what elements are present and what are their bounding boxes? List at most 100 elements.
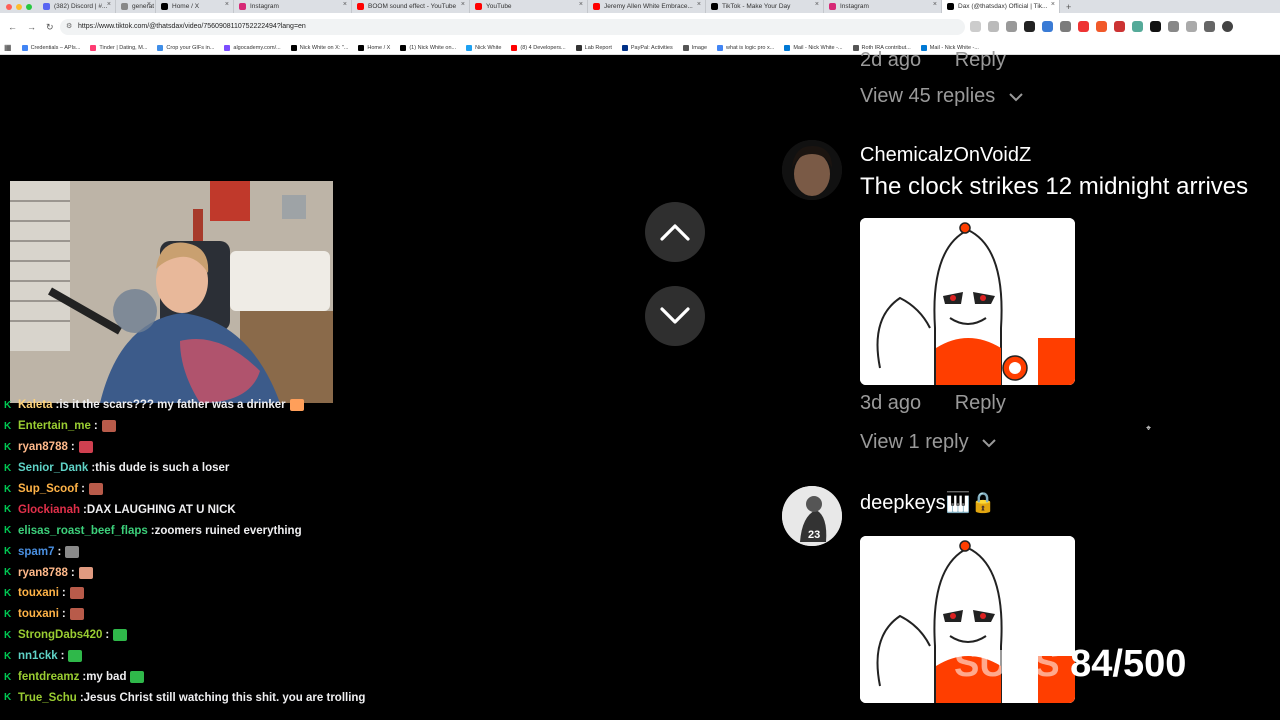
bookmark-item[interactable]: Image [682, 44, 707, 51]
bookmark-favicon-icon [224, 44, 231, 51]
chat-username[interactable]: elisas_roast_beef_flaps [18, 525, 148, 537]
close-tab-icon[interactable]: × [1051, 1, 1055, 8]
menu-icon[interactable] [1204, 21, 1215, 32]
close-tab-icon[interactable]: × [343, 1, 347, 8]
bookmark-label: (8) 4 Developers... [520, 44, 566, 51]
back-icon[interactable]: ← [8, 22, 17, 33]
chat-username[interactable]: Glockianah [18, 504, 80, 516]
zoom-window-button[interactable] [26, 3, 32, 10]
chat-message: K Entertain_me: [4, 416, 704, 437]
extension-icon[interactable] [1114, 21, 1125, 32]
extension-icon[interactable] [1096, 21, 1107, 32]
chat-username[interactable]: ryan8788 [18, 441, 68, 453]
extension-icon[interactable] [1150, 21, 1161, 32]
new-tab-button[interactable]: + [1060, 2, 1077, 12]
address-bar[interactable]: ⚙ https://www.tiktok.com/@thatsdax/video… [60, 19, 965, 35]
reload-icon[interactable]: ↻ [46, 22, 54, 33]
bookmark-item[interactable]: Mail - Nick White -... [784, 44, 843, 51]
bookmark-item[interactable]: what is logic pro x... [717, 44, 774, 51]
view-replies-button[interactable]: View 45 replies [860, 85, 1023, 108]
browser-tab[interactable]: (382) Discord | #... × [38, 0, 116, 13]
bookmark-item[interactable]: Lab Report [575, 44, 612, 51]
close-tab-icon[interactable]: × [107, 1, 111, 8]
browser-tab[interactable]: TikTok - Make Your Day × [706, 0, 824, 13]
close-tab-icon[interactable]: × [461, 1, 465, 8]
chat-username[interactable]: True_Schu [18, 692, 77, 704]
chat-emote-icon [101, 420, 116, 433]
chat-username[interactable]: spam7 [18, 546, 54, 558]
bookmark-item[interactable]: Crop your GIFs in... [157, 44, 214, 51]
extension-icon[interactable] [1024, 21, 1035, 32]
close-tab-icon[interactable]: × [697, 1, 701, 8]
extension-icon[interactable] [1060, 21, 1071, 32]
browser-tab[interactable]: YouTube × [470, 0, 588, 13]
bookmark-item[interactable]: (1) Nick White on... [400, 44, 456, 51]
chat-username[interactable]: Entertain_me [18, 420, 91, 432]
comment-username[interactable]: ChemicalzOnVoidZ [860, 144, 1031, 167]
browser-tab[interactable]: BOOM sound effect - YouTube × [352, 0, 470, 13]
bookmark-label: Home / X [367, 44, 391, 51]
bookmark-item[interactable]: Nick White on X: "... [290, 44, 348, 51]
chat-emote-icon [69, 587, 84, 600]
bookmark-item[interactable]: PayPal: Activities [621, 44, 673, 51]
bookmark-item[interactable]: algocademy.com/... [224, 44, 281, 51]
browser-tab[interactable]: generat × [116, 0, 156, 13]
view-replies-button[interactable]: View 1 reply [860, 431, 996, 454]
chevron-down-icon [1009, 93, 1023, 102]
close-tab-icon[interactable]: × [147, 1, 151, 8]
extension-icon[interactable] [1132, 21, 1143, 32]
chat-username[interactable]: ryan8788 [18, 567, 68, 579]
extension-icon[interactable] [1006, 21, 1017, 32]
avatar[interactable] [782, 140, 842, 200]
bookmark-item[interactable]: Tinder | Dating, M... [90, 44, 148, 51]
chat-emote-icon [78, 441, 93, 454]
chat-username[interactable]: Senior_Dank [18, 462, 88, 474]
tab-favicon-icon [593, 3, 600, 10]
close-tab-icon[interactable]: × [579, 1, 583, 8]
chat-username[interactable]: nn1ckk [18, 650, 58, 662]
chat-username[interactable]: StrongDabs420 [18, 629, 102, 641]
reply-button[interactable]: Reply [955, 49, 1006, 71]
extension-icon[interactable] [1078, 21, 1089, 32]
star-icon[interactable] [988, 21, 999, 32]
bookmark-label: Nick White [475, 44, 502, 51]
site-info-icon[interactable]: ⚙ [66, 19, 72, 35]
browser-tab[interactable]: Instagram × [824, 0, 942, 13]
browser-tab[interactable]: Instagram × [234, 0, 352, 13]
chat-username[interactable]: fentdreamz [18, 671, 79, 683]
apps-icon[interactable]: ▦ [4, 43, 12, 52]
chat-username[interactable]: Sup_Scoof [18, 483, 78, 495]
bookmark-label: Tinder | Dating, M... [99, 44, 148, 51]
chat-username[interactable]: Kaleta [18, 399, 53, 411]
close-window-button[interactable] [6, 3, 12, 10]
sidebar-icon[interactable] [1186, 21, 1197, 32]
bookmark-item[interactable]: Nick White [466, 44, 502, 51]
extension-icon[interactable] [1042, 21, 1053, 32]
browser-tab[interactable]: Jeremy Allen White Embrace... × [588, 0, 706, 13]
install-icon[interactable] [970, 21, 981, 32]
bookmarks-bar: ▦ Credentials – APIs... Tinder | Dating, … [0, 41, 1280, 55]
profile-avatar[interactable] [1222, 21, 1233, 32]
browser-tab[interactable]: Dax (@thatsdax) Official | Tik... × [942, 0, 1060, 13]
comment-meme-image[interactable] [860, 218, 1075, 385]
avatar[interactable]: 23 [782, 486, 842, 546]
extensions-puzzle-icon[interactable] [1168, 21, 1179, 32]
bookmark-item[interactable]: (8) 4 Developers... [511, 44, 566, 51]
minimize-window-button[interactable] [16, 3, 22, 10]
close-tab-icon[interactable]: × [933, 1, 937, 8]
bookmark-item[interactable]: Credentials – APIs... [21, 44, 80, 51]
reply-button[interactable]: Reply [955, 392, 1006, 414]
previous-video-button[interactable] [645, 202, 705, 262]
subs-goal-overlay: SUBS 84/500 [954, 643, 1186, 686]
comment-username[interactable]: deepkeys🎹🔒 [860, 490, 995, 515]
chevron-down-icon [982, 439, 996, 448]
tab-label: Dax (@thatsdax) Official | Tik... [958, 3, 1048, 10]
chat-username[interactable]: touxani [18, 587, 59, 599]
bookmark-item[interactable]: Home / X [358, 44, 391, 51]
next-video-button[interactable] [645, 286, 705, 346]
close-tab-icon[interactable]: × [815, 1, 819, 8]
close-tab-icon[interactable]: × [225, 1, 229, 8]
browser-tab[interactable]: Home / X × [156, 0, 234, 13]
forward-icon[interactable]: → [27, 22, 36, 33]
chat-username[interactable]: touxani [18, 608, 59, 620]
